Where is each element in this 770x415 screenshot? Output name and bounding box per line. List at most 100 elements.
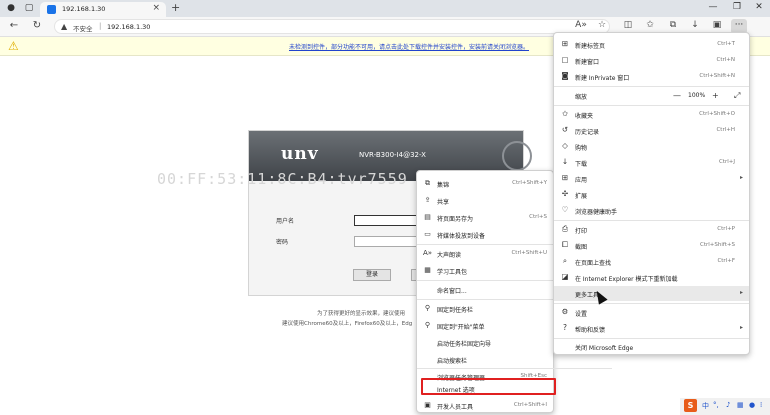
username-input[interactable] bbox=[354, 215, 424, 226]
chevron-right-icon: ▸ bbox=[739, 289, 743, 296]
tab-title: 192.168.1.30 bbox=[62, 5, 106, 13]
submenu-item-devtools[interactable]: ▣ 开发人员工具 Ctrl+Shift+I bbox=[417, 398, 553, 413]
devtools-icon: ▣ bbox=[424, 401, 431, 409]
menu-item-new-tab[interactable]: ⊞ 新建标签页 Ctrl+T bbox=[554, 37, 749, 52]
menu-item-screenshot[interactable]: ⧠ 截图 Ctrl+Shift+S bbox=[554, 238, 749, 253]
menu-item-more-tools[interactable]: 更多工具 ▸ bbox=[554, 286, 749, 301]
more-tools-submenu: ⧉ 集锦 Ctrl+Shift+Y ⇪ 共享 ▤ 将页面另存为 Ctrl+S ▭… bbox=[416, 170, 612, 413]
menu-item-settings[interactable]: ⚙ 设置 bbox=[554, 305, 749, 320]
menu-separator bbox=[554, 303, 749, 304]
plugin-download-link[interactable]: 未检测到控件，部分功能不可用，请点击此处下载控件并安装控件，安装前请关闭浏览器。 bbox=[289, 42, 529, 51]
new-tab-button[interactable]: + bbox=[171, 1, 180, 14]
tab-actions-icon[interactable]: ▢ bbox=[24, 3, 34, 13]
submenu-item-pin-taskbar[interactable]: ⚲ 固定到任务栏 bbox=[417, 301, 553, 316]
close-window-button[interactable]: ✕ bbox=[749, 2, 769, 12]
ime-mode-label[interactable]: 中 bbox=[702, 401, 709, 411]
read-aloud-icon: A» bbox=[423, 249, 433, 257]
system-tray: S 中 °, ♪ ▦ ● ⁞ bbox=[680, 398, 770, 415]
warning-icon[interactable]: ▲ bbox=[61, 22, 67, 31]
url-text[interactable]: 192.168.1.30 bbox=[107, 23, 150, 31]
refresh-button[interactable]: ↻ bbox=[30, 20, 44, 31]
submenu-item-learning-tools[interactable]: ▦ 学习工具包 bbox=[417, 263, 553, 278]
submenu-item-search-bar[interactable]: 启动搜索栏 bbox=[417, 352, 553, 367]
favorites-icon: ✩ bbox=[561, 109, 569, 118]
extensions-icon[interactable]: ▣ bbox=[710, 20, 724, 30]
chevron-right-icon: ▸ bbox=[739, 174, 743, 181]
browser-tab[interactable]: 192.168.1.30 × bbox=[40, 2, 166, 17]
favorites-bar-icon[interactable]: ✩ bbox=[643, 20, 657, 30]
profile-icon[interactable]: ● bbox=[6, 3, 16, 13]
warning-triangle-icon: ⚠ bbox=[8, 39, 19, 53]
ie-mode-icon: ◪ bbox=[561, 272, 569, 281]
microphone-icon[interactable]: ♪ bbox=[726, 401, 730, 409]
menu-item-print[interactable]: ⎙ 打印 Ctrl+P bbox=[554, 222, 749, 237]
mac-watermark: 00:FF:53:11:8C:B4:tvr7559 bbox=[157, 170, 408, 188]
browser-note-line2: 建议使用Chrome60及以上，Firefox60及以上，Edg bbox=[282, 321, 413, 327]
health-icon: ♡ bbox=[561, 205, 569, 214]
menu-item-history[interactable]: ↺ 历史记录 Ctrl+H bbox=[554, 123, 749, 138]
menu-item-find[interactable]: ⌕ 在页面上查找 Ctrl+F bbox=[554, 254, 749, 269]
minimize-button[interactable]: — bbox=[703, 2, 723, 12]
learning-icon: ▦ bbox=[424, 266, 431, 274]
collections-icon[interactable]: ⧉ bbox=[666, 20, 680, 30]
zoom-in-button[interactable]: + bbox=[712, 91, 719, 100]
keyboard-icon[interactable]: ▦ bbox=[737, 401, 744, 409]
tab-close-icon[interactable]: × bbox=[152, 3, 160, 13]
menu-item-favorites[interactable]: ✩ 收藏夹 Ctrl+Shift+O bbox=[554, 107, 749, 122]
menu-item-shopping[interactable]: ◇ 购物 bbox=[554, 139, 749, 154]
submenu-item-collections[interactable]: ⧉ 集锦 Ctrl+Shift+Y bbox=[417, 176, 553, 191]
maximize-button[interactable]: ❐ bbox=[727, 2, 747, 12]
internet-options-highlight bbox=[421, 378, 556, 395]
login-button[interactable]: 登录 bbox=[353, 269, 391, 281]
submenu-item-share[interactable]: ⇪ 共享 bbox=[417, 193, 553, 208]
not-secure-label[interactable]: 不安全 bbox=[73, 23, 93, 33]
cast-icon: ▭ bbox=[424, 230, 431, 238]
back-button[interactable]: ← bbox=[7, 20, 21, 31]
favorite-star-icon[interactable]: ☆ bbox=[595, 20, 609, 30]
split-screen-icon[interactable]: ◫ bbox=[621, 20, 635, 30]
menu-item-zoom: 缩放 — 100% + ⤢ bbox=[575, 91, 741, 101]
share-icon: ⇪ bbox=[424, 196, 431, 204]
submenu-item-read-aloud[interactable]: A» 大声朗读 Ctrl+Shift+U bbox=[417, 246, 553, 261]
shopping-icon: ◇ bbox=[562, 141, 568, 150]
device-model: NVR-B300-I4@32-X bbox=[359, 151, 426, 159]
downloads-icon[interactable]: ↓ bbox=[688, 20, 702, 30]
save-page-icon: ▤ bbox=[424, 213, 431, 221]
submenu-item-save-page[interactable]: ▤ 将页面另存为 Ctrl+S bbox=[417, 210, 553, 225]
menu-separator bbox=[554, 220, 749, 221]
password-label: 密码 bbox=[276, 239, 289, 246]
menu-item-close-edge[interactable]: 关闭 Microsoft Edge bbox=[554, 339, 749, 354]
new-tab-icon: ⊞ bbox=[561, 39, 569, 48]
submenu-item-cast[interactable]: ▭ 将媒体投放到设备 bbox=[417, 227, 553, 242]
read-aloud-icon[interactable]: A» bbox=[574, 20, 588, 30]
menu-item-downloads[interactable]: ↓ 下载 Ctrl+J bbox=[554, 155, 749, 170]
user-icon[interactable]: ● bbox=[749, 401, 755, 409]
sogou-ime-icon[interactable]: S bbox=[684, 399, 697, 412]
menu-item-inprivate[interactable]: ◙ 新建 InPrivate 窗口 Ctrl+Shift+N bbox=[554, 69, 749, 84]
menu-item-ie-mode[interactable]: ◪ 在 Internet Explorer 模式下重新加载 bbox=[554, 270, 749, 285]
decorative-circle bbox=[502, 141, 532, 171]
tab-favicon-icon bbox=[47, 5, 56, 14]
menu-item-health[interactable]: ♡ 浏览器健康助手 bbox=[554, 203, 749, 218]
submenu-item-pin-wizard[interactable]: 启动任务栏固定向导 bbox=[417, 335, 553, 350]
apps-icon: ⊞ bbox=[561, 173, 569, 182]
password-input[interactable] bbox=[354, 236, 424, 247]
menu-item-help[interactable]: ? 帮助和反馈 ▸ bbox=[554, 321, 749, 336]
fullscreen-icon[interactable]: ⤢ bbox=[734, 91, 740, 101]
zoom-level: 100% bbox=[688, 92, 706, 99]
submenu-item-name-window[interactable]: 命名窗口... bbox=[417, 282, 553, 297]
menu-item-new-window[interactable]: ▢ 新建窗口 Ctrl+N bbox=[554, 53, 749, 68]
url-separator: | bbox=[99, 22, 102, 30]
pin-taskbar-icon: ⚲ bbox=[424, 304, 431, 312]
menu-item-apps[interactable]: ⊞ 应用 ▸ bbox=[554, 171, 749, 186]
unv-logo: unv bbox=[281, 144, 319, 164]
submenu-item-pin-start[interactable]: ⚲ 固定到"开始"菜单 bbox=[417, 318, 553, 333]
collections-icon: ⧉ bbox=[425, 179, 430, 187]
pin-start-icon: ⚲ bbox=[424, 321, 431, 329]
zoom-out-button[interactable]: — bbox=[673, 91, 681, 100]
menu-item-extensions[interactable]: ✣ 扩展 bbox=[554, 187, 749, 202]
punctuation-label[interactable]: °, bbox=[713, 401, 719, 409]
apps-grid-icon[interactable]: ⁞ bbox=[760, 401, 762, 409]
menu-separator bbox=[554, 105, 749, 106]
address-input[interactable]: ▲ 不安全 | 192.168.1.30 bbox=[54, 19, 610, 34]
